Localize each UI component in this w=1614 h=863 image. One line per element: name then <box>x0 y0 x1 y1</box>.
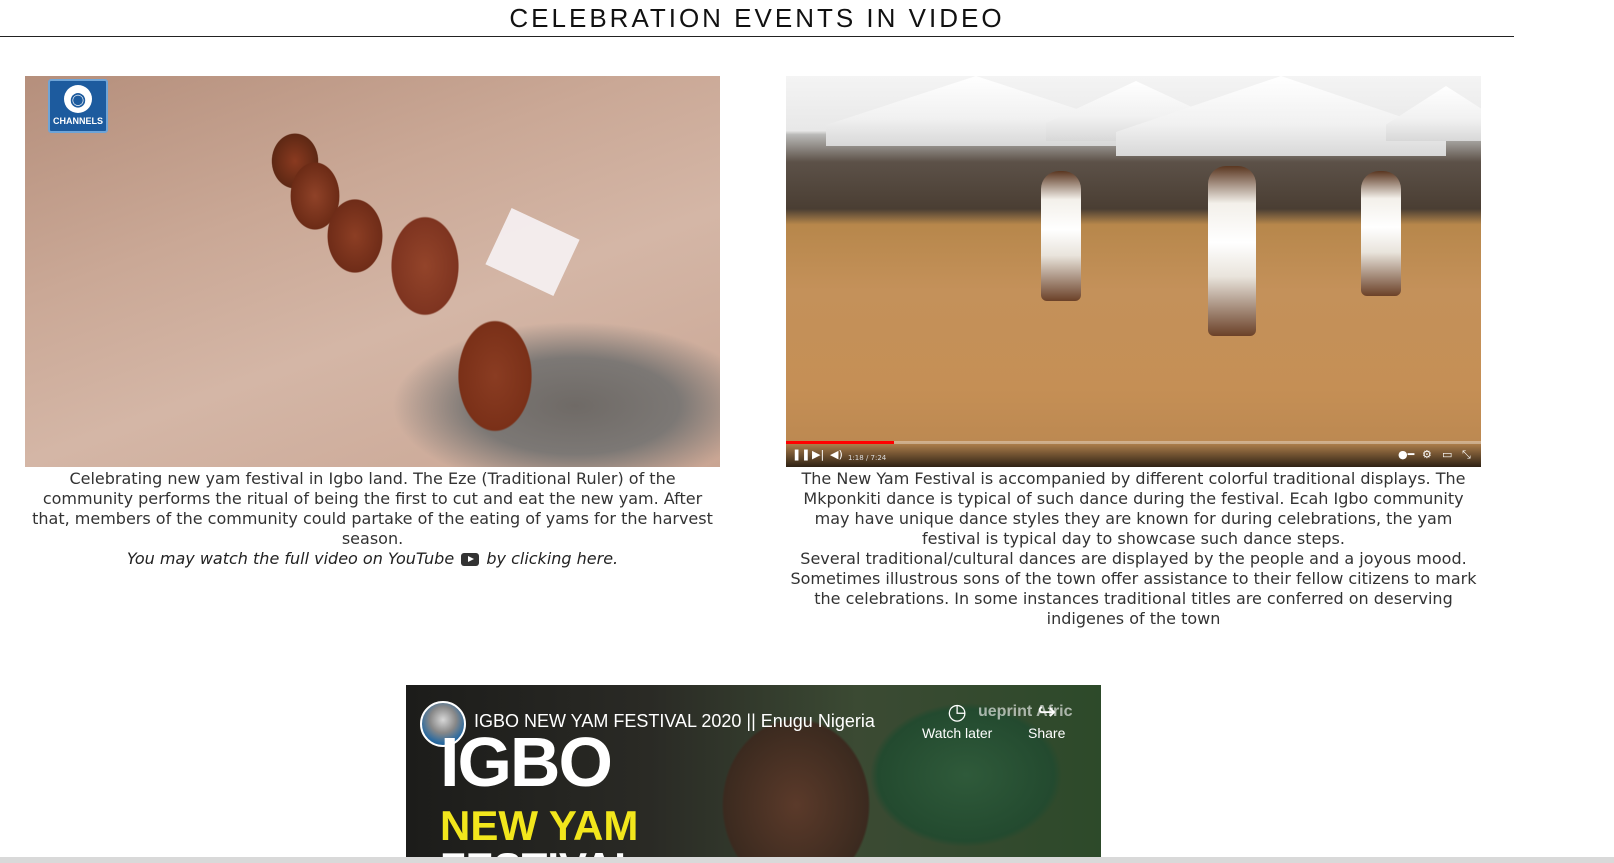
video-card-dance: ❚❚ ▶| ◀) 1:18 / 7:24 ●━ ⚙ ▭ ⤡ The New Ya… <box>786 76 1481 629</box>
paper-label <box>485 208 580 296</box>
tent-shape <box>1116 76 1446 156</box>
globe-icon: ◉ <box>64 85 92 113</box>
progress-bar[interactable] <box>786 441 1481 444</box>
horizontal-scrollbar[interactable] <box>0 857 1614 863</box>
embedded-youtube-video[interactable]: IGBO NEW YAM FESTIVAL 2020 || Enugu Nige… <box>406 685 1101 863</box>
settings-icon[interactable]: ⚙ <box>1422 448 1432 462</box>
progress-fill <box>786 441 894 444</box>
watch-on-youtube-line: You may watch the full video on YouTube … <box>25 549 720 569</box>
dancer-figure <box>1361 171 1401 296</box>
caption-text: Several traditional/cultural dances are … <box>790 549 1477 628</box>
share-icon: ↪ <box>1037 699 1056 724</box>
poster-title-new-yam: NEW YAM <box>440 802 639 849</box>
video-player-dance[interactable]: ❚❚ ▶| ◀) 1:18 / 7:24 ●━ ⚙ ▭ ⤡ <box>786 76 1481 467</box>
share-button[interactable]: ↪ Share <box>1028 699 1065 741</box>
youtube-icon <box>461 553 480 566</box>
poster-title-igbo: IGBO <box>440 723 613 801</box>
video-card-yam: ◉ CHANNELS Celebrating new yam festival … <box>25 76 720 569</box>
watch-later-label: Watch later <box>922 725 993 741</box>
channels-logo: ◉ CHANNELS <box>48 79 108 133</box>
video-thumbnail-yam[interactable]: ◉ CHANNELS <box>25 76 720 467</box>
pause-icon[interactable]: ❚❚ <box>792 448 810 462</box>
page-title: CELEBRATION EVENTS IN VIDEO <box>0 0 1514 37</box>
share-label: Share <box>1028 725 1066 741</box>
watch-later-button[interactable]: ◷ Watch later <box>922 699 992 741</box>
page: CELEBRATION EVENTS IN VIDEO ◉ CHANNELS C… <box>0 0 1614 863</box>
watch-youtube-link[interactable]: by clicking here. <box>486 549 618 568</box>
dancer-figure <box>1041 171 1081 301</box>
video-caption-yam: Celebrating new yam festival in Igbo lan… <box>25 469 720 569</box>
autoplay-toggle[interactable]: ●━ <box>1398 448 1414 462</box>
channels-logo-text: CHANNELS <box>52 116 103 126</box>
video-caption-dance: The New Yam Festival is accompanied by d… <box>786 469 1481 629</box>
player-controls: ❚❚ ▶| ◀) 1:18 / 7:24 ●━ ⚙ ▭ ⤡ <box>786 441 1481 467</box>
dancer-figure <box>1208 166 1256 336</box>
tent-shape <box>1386 86 1481 141</box>
fullscreen-icon[interactable]: ⤡ <box>1462 448 1471 462</box>
watch-prefix: You may watch the full video on YouTube <box>126 549 455 568</box>
time-readout: 1:18 / 7:24 <box>848 454 887 462</box>
volume-icon[interactable]: ◀) <box>830 448 843 462</box>
next-icon[interactable]: ▶| <box>812 448 824 462</box>
caption-text: The New Yam Festival is accompanied by d… <box>801 469 1466 548</box>
clock-icon: ◷ <box>947 699 967 724</box>
caption-text: Celebrating new yam festival in Igbo lan… <box>32 469 713 548</box>
miniplayer-icon[interactable]: ▭ <box>1442 448 1452 462</box>
